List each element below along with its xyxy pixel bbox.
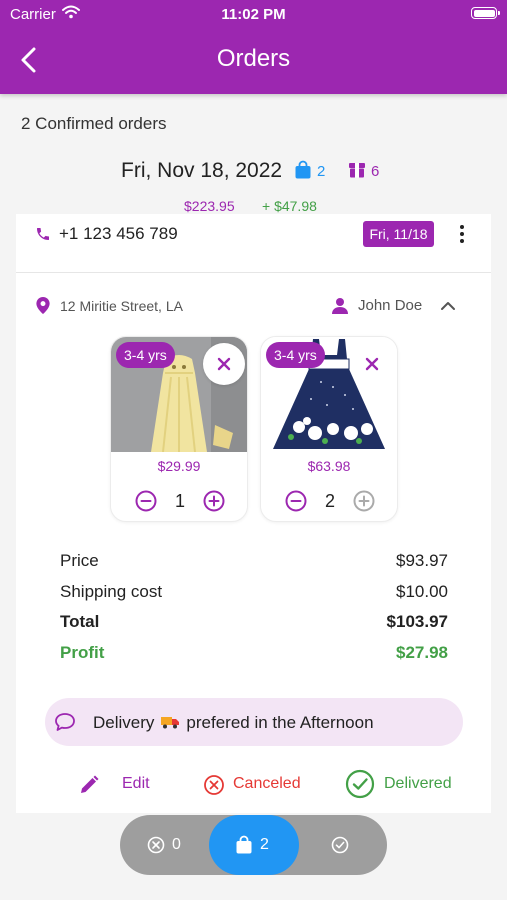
- box-count: 6: [371, 163, 380, 180]
- person-icon: [332, 298, 348, 314]
- check-circle-icon: [345, 769, 375, 799]
- cancel-circle-icon: [147, 836, 165, 854]
- order-card: +1 123 456 789 Fri, 11/18 12 Miritie Str…: [16, 214, 491, 813]
- group-profit: + $47.98: [262, 198, 317, 214]
- group-date: Fri, Nov 18, 2022: [121, 159, 283, 182]
- tab-orders[interactable]: 2: [209, 815, 299, 875]
- status-bar: Carrier 11:02 PM: [0, 0, 507, 30]
- close-icon: [217, 357, 231, 371]
- remove-item-button[interactable]: [203, 343, 245, 385]
- edit-button[interactable]: Edit: [78, 770, 178, 798]
- phone-icon: [37, 228, 49, 240]
- delivery-suffix: prefered in the Afternoon: [186, 713, 374, 732]
- profit-label: Profit: [60, 643, 105, 662]
- tab-delivered[interactable]: [299, 815, 387, 875]
- price-label: Price: [60, 551, 99, 570]
- order-item[interactable]: 3-4 yrs $29.99 1: [110, 336, 248, 522]
- total-label: Total: [60, 612, 100, 631]
- bag-count: 2: [317, 163, 326, 180]
- item-price: $29.99: [157, 458, 201, 474]
- delivery-truck-icon: [161, 717, 180, 729]
- pencil-icon: [81, 775, 99, 793]
- delivered-button[interactable]: Delivered: [345, 769, 485, 799]
- item-quantity: 1: [174, 491, 185, 511]
- delivered-label: Delivered: [384, 775, 452, 792]
- customer-name: John Doe: [358, 297, 423, 314]
- canceled-count: 0: [172, 836, 181, 853]
- delivery-address: 12 Miritie Street, LA: [60, 298, 183, 314]
- canceled-label: Canceled: [233, 775, 301, 792]
- app-header: Carrier 11:02 PM Orders: [0, 0, 507, 94]
- age-badge: 3-4 yrs: [266, 342, 325, 368]
- item-price: $63.98: [307, 458, 351, 474]
- item-quantity: 2: [324, 491, 335, 511]
- order-status-tabs: 0 2: [120, 815, 387, 875]
- increase-quantity-icon[interactable]: [203, 490, 225, 512]
- chat-bubble-icon: [55, 713, 75, 731]
- decrease-quantity-icon[interactable]: [285, 490, 307, 512]
- profit-value: $27.98: [396, 643, 448, 662]
- shipping-value: $10.00: [396, 582, 448, 601]
- shipping-label: Shipping cost: [60, 582, 163, 601]
- location-pin-icon: [36, 297, 50, 314]
- battery-icon: [471, 7, 500, 19]
- orders-count: 2: [260, 836, 269, 853]
- page-title: Orders: [216, 45, 291, 72]
- delivery-note: Delivery prefered in the Afternoon: [45, 698, 463, 746]
- date-group-header: Fri, Nov 18, 2022 2 6: [0, 158, 507, 184]
- decrease-quantity-icon[interactable]: [135, 490, 157, 512]
- customer-phone[interactable]: +1 123 456 789: [59, 224, 178, 244]
- close-icon[interactable]: [359, 351, 385, 377]
- tab-canceled[interactable]: 0: [120, 815, 210, 875]
- confirmed-orders-summary: 2 Confirmed orders: [21, 114, 167, 133]
- clock-time: 11:02 PM: [221, 6, 286, 23]
- edit-label: Edit: [122, 775, 150, 792]
- delivery-preference: Delivery prefered in the Afternoon: [93, 713, 374, 733]
- check-circle-icon: [331, 836, 349, 854]
- total-value: $103.97: [386, 612, 448, 631]
- more-vertical-icon[interactable]: [458, 224, 466, 244]
- package-icon: [349, 163, 365, 178]
- age-badge: 3-4 yrs: [116, 342, 175, 368]
- shopping-bag-icon: [295, 160, 311, 179]
- cancel-circle-icon: [204, 775, 224, 795]
- delivery-prefix: Delivery: [93, 713, 155, 732]
- increase-quantity-icon[interactable]: [353, 490, 375, 512]
- chevron-up-icon[interactable]: [440, 301, 456, 311]
- group-revenue: $223.95: [184, 198, 235, 214]
- order-date-badge: Fri, 11/18: [363, 221, 434, 247]
- cancel-button[interactable]: Canceled: [203, 770, 313, 798]
- divider: [16, 272, 491, 273]
- price-value: $93.97: [396, 551, 448, 570]
- order-item[interactable]: 3-4 yrs $63.98 2: [260, 336, 398, 522]
- shopping-bag-icon: [236, 835, 252, 854]
